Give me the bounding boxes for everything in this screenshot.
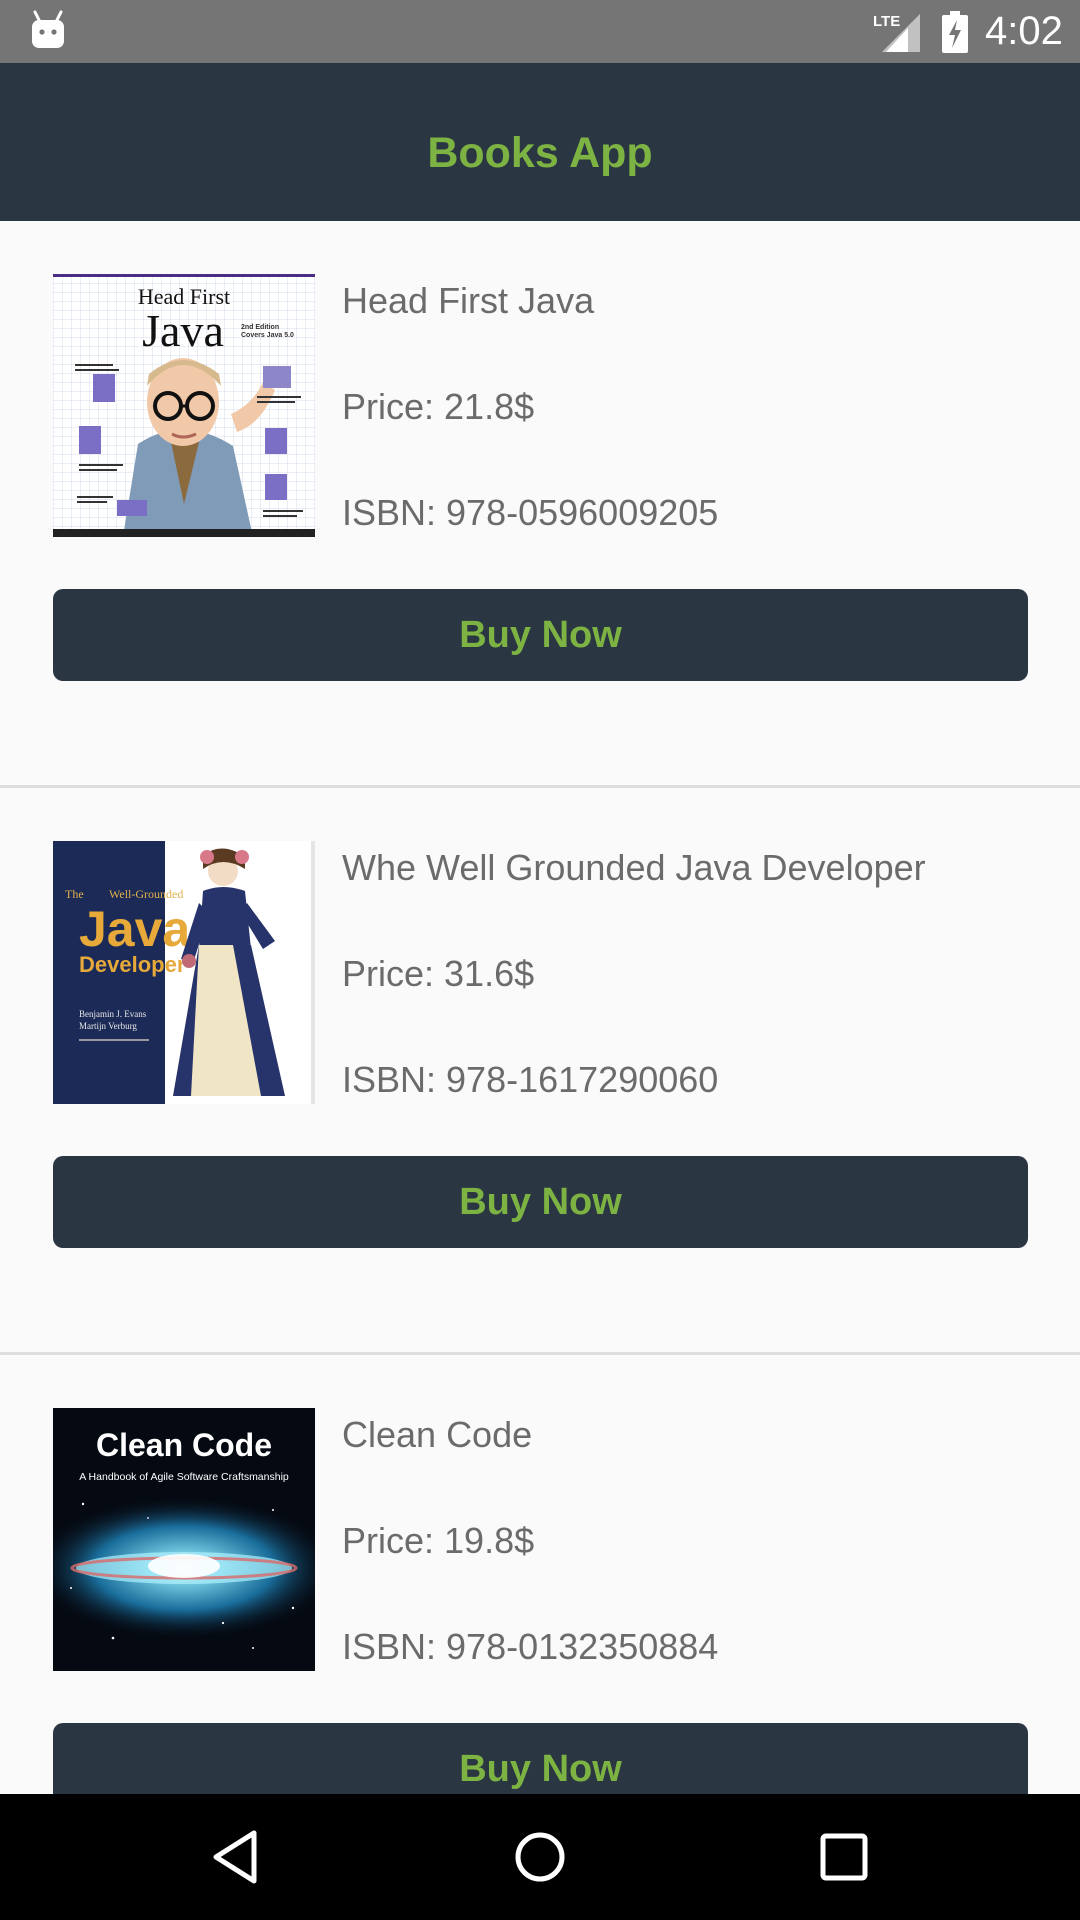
cover-text: The [65,887,84,901]
book-cover-image: Head First Java 2nd Edition Covers Java … [53,274,315,537]
battery-charging-icon [942,11,968,53]
app-title: Books App [427,128,653,177]
book-title: Whe Well Grounded Java Developer [342,847,926,888]
book-isbn: ISBN: 978-0132350884 [342,1626,719,1667]
cover-text: Java [79,901,191,957]
lte-label: LTE [873,13,900,30]
book-item: The Well-Grounded Java Developer Benjami… [0,788,1080,1355]
cover-text: Clean Code [96,1427,272,1463]
navigation-bar [0,1794,1080,1920]
recents-icon[interactable] [814,1827,874,1887]
book-isbn: ISBN: 978-0596009205 [342,492,719,533]
app-bar: Books App [0,63,1080,221]
cover-text: A Handbook of Agile Software Craftsmansh… [79,1471,289,1483]
book-cover-image: The Well-Grounded Java Developer Benjami… [53,841,315,1104]
book-price: Price: 19.8$ [342,1520,535,1561]
cover-text: Well-Grounded [109,887,183,901]
book-isbn: ISBN: 978-1617290060 [342,1059,719,1100]
back-icon[interactable] [206,1827,266,1887]
home-icon[interactable] [510,1827,570,1887]
cover-text: Developer [79,952,186,977]
book-title: Clean Code [342,1414,533,1455]
screen: LTE 4:02 Books App Head First Java 2nd E… [0,0,1080,1920]
android-icon [32,10,64,48]
book-price: Price: 21.8$ [342,386,535,427]
cover-text: 2nd Edition [241,324,279,331]
book-title: Head First Java [342,280,595,321]
book-price: Price: 31.6$ [342,953,535,994]
buy-now-button[interactable]: Buy Now [53,589,1028,681]
book-cover-image: Clean Code A Handbook of Agile Software … [53,1408,315,1671]
book-list[interactable]: Head First Java 2nd Edition Covers Java … [0,221,1080,1920]
lte-signal-icon: LTE [873,13,920,52]
cover-text: Covers Java 5.0 [241,332,294,339]
status-bar: LTE 4:02 [0,0,1080,63]
buy-now-button[interactable]: Buy Now [53,1156,1028,1248]
book-item: Head First Java 2nd Edition Covers Java … [0,221,1080,788]
cover-text: Martijn Verburg [79,1021,137,1031]
cover-text: Benjamin J. Evans [79,1009,147,1019]
status-clock: 4:02 [985,9,1063,53]
cover-text: Java [142,305,224,356]
